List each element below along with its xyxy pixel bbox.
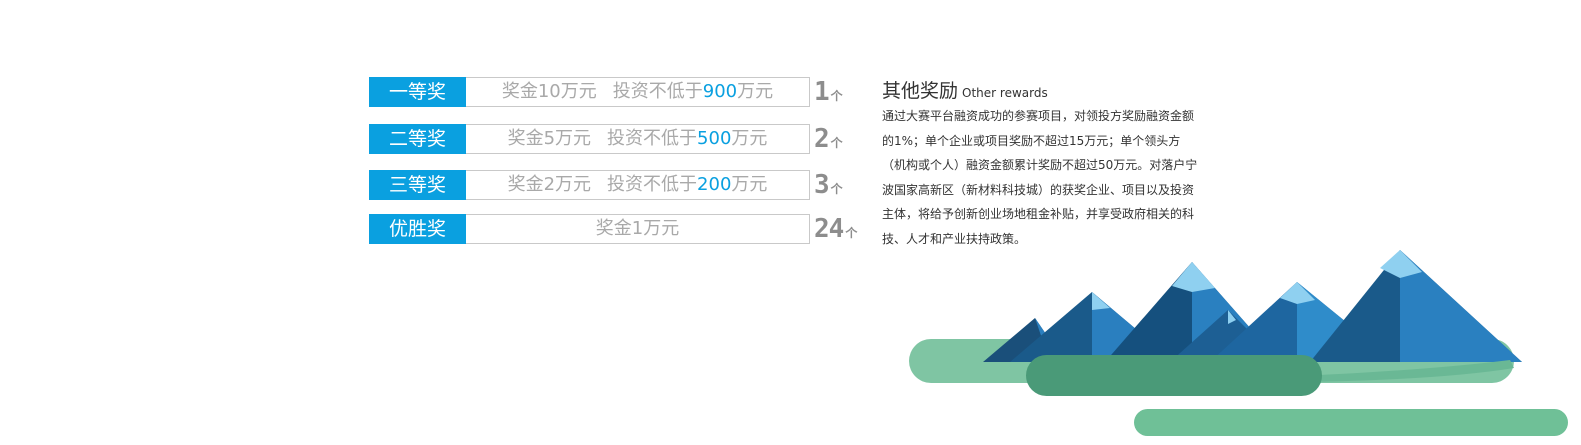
green-band-bottom: [1134, 409, 1568, 436]
green-band-front: [1026, 355, 1322, 396]
mountains: [983, 250, 1522, 362]
mountain-illustration: [909, 250, 1568, 436]
